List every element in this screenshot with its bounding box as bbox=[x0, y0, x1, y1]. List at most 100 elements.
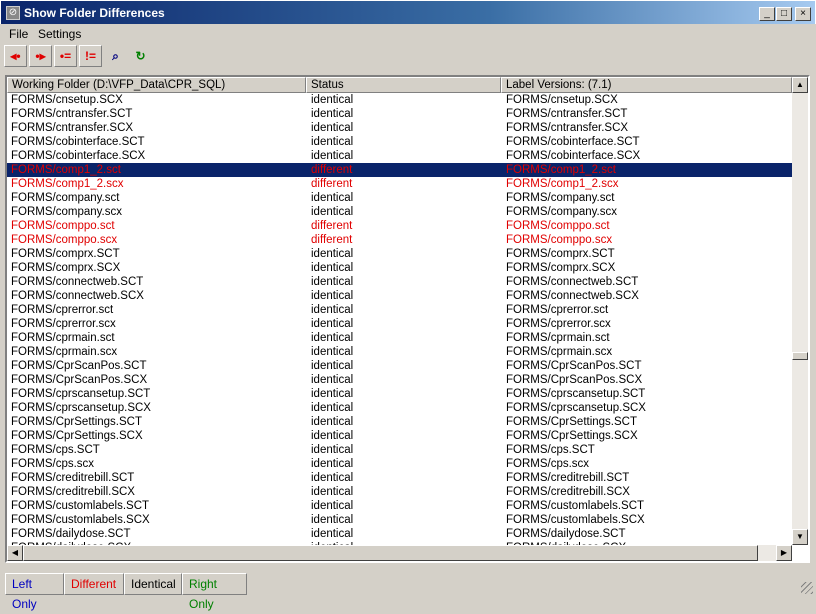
table-row[interactable]: FORMS/comprx.SCT identical FORMS/comprx.SC… bbox=[7, 247, 792, 261]
table-row[interactable]: FORMS/connectweb.SCX identical FORMS/conne… bbox=[7, 289, 792, 303]
table-row[interactable]: FORMS/cntransfer.SCX identical FORMS/cntra… bbox=[7, 121, 792, 135]
working-file: FORMS/CprSettings.SCT bbox=[11, 416, 142, 428]
table-row[interactable]: FORMS/cprscansetup.SCX identical FORMS/cpr… bbox=[7, 401, 792, 415]
status: different bbox=[311, 178, 353, 190]
table-row[interactable]: FORMS/CprScanPos.SCX identical FORMS/CprSc… bbox=[7, 373, 792, 387]
table-row[interactable]: FORMS/cprmain.scx identical FORMS/cprmain.… bbox=[7, 345, 792, 359]
scroll-left-arrow-icon[interactable]: ◀ bbox=[7, 545, 23, 561]
menu-file[interactable]: File bbox=[9, 27, 28, 41]
label-file: FORMS/cnsetup.SCX bbox=[506, 94, 618, 106]
tab-identical[interactable]: Identical bbox=[124, 573, 182, 595]
status: different bbox=[311, 220, 353, 232]
label-file: FORMS/CprScanPos.SCX bbox=[506, 374, 643, 386]
label-file: FORMS/comprx.SCX bbox=[506, 262, 616, 274]
copy-to-right-button[interactable]: •▸ bbox=[29, 45, 52, 67]
table-row[interactable]: FORMS/cprerror.scx identical FORMS/cprerro… bbox=[7, 317, 792, 331]
label-file: FORMS/comppo.sct bbox=[506, 220, 610, 232]
working-file: FORMS/cobinterface.SCT bbox=[11, 136, 145, 148]
table-row[interactable]: FORMS/cnsetup.SCX identical FORMS/cnsetup.… bbox=[7, 93, 792, 107]
table-row[interactable]: FORMS/cobinterface.SCX identical FORMS/cob… bbox=[7, 149, 792, 163]
copy-to-left-button[interactable]: ◂• bbox=[4, 45, 27, 67]
table-row[interactable]: FORMS/customlabels.SCT identical FORMS/cus… bbox=[7, 499, 792, 513]
table-row[interactable]: FORMS/cprerror.sct identical FORMS/cprerro… bbox=[7, 303, 792, 317]
label-file: FORMS/cprmain.sct bbox=[506, 332, 610, 344]
table-row[interactable]: FORMS/creditrebill.SCX identical FORMS/cre… bbox=[7, 485, 792, 499]
table-row[interactable]: FORMS/creditrebill.SCT identical FORMS/cre… bbox=[7, 471, 792, 485]
label-file: FORMS/cprscansetup.SCT bbox=[506, 388, 646, 400]
status: identical bbox=[311, 346, 354, 358]
table-row[interactable]: FORMS/cps.SCT identical FORMS/cps.SCT bbox=[7, 443, 792, 457]
working-file: FORMS/comppo.sct bbox=[11, 220, 115, 232]
label-file: FORMS/creditrebill.SCT bbox=[506, 472, 630, 484]
scroll-right-arrow-icon[interactable]: ▶ bbox=[776, 545, 792, 561]
table-row[interactable]: FORMS/dailydose.SCT identical FORMS/dailyd… bbox=[7, 527, 792, 541]
table-row[interactable]: FORMS/connectweb.SCT identical FORMS/conne… bbox=[7, 275, 792, 289]
scroll-down-arrow-icon[interactable]: ▼ bbox=[792, 529, 808, 545]
status: identical bbox=[311, 276, 354, 288]
tab-right-only[interactable]: Right Only bbox=[182, 573, 247, 611]
menu-settings[interactable]: Settings bbox=[38, 27, 81, 41]
scroll-up-arrow-icon[interactable]: ▲ bbox=[792, 77, 808, 93]
column-header-label-versions[interactable]: Label Versions: (7.1) bbox=[501, 77, 792, 93]
minimize-button[interactable]: _ bbox=[759, 7, 775, 21]
status: identical bbox=[311, 94, 354, 106]
table-row[interactable]: FORMS/cps.scx identical FORMS/cps.scx bbox=[7, 457, 792, 471]
table-row[interactable]: FORMS/cprmain.sct identical FORMS/cprmain.… bbox=[7, 331, 792, 345]
resize-grip-icon[interactable] bbox=[801, 582, 813, 594]
status: identical bbox=[311, 374, 354, 386]
label-file: FORMS/company.scx bbox=[506, 206, 617, 218]
working-file: FORMS/connectweb.SCT bbox=[11, 276, 144, 288]
window-title: Show Folder Differences bbox=[24, 6, 165, 20]
table-row[interactable]: FORMS/comp1_2.scx different FORMS/comp1_2.… bbox=[7, 177, 792, 191]
column-header-working-folder[interactable]: Working Folder (D:\VFP_Data\CPR_SQL) bbox=[7, 77, 306, 93]
working-file: FORMS/comprx.SCT bbox=[11, 248, 120, 260]
label-file: FORMS/connectweb.SCX bbox=[506, 290, 639, 302]
label-file: FORMS/cprscansetup.SCX bbox=[506, 402, 646, 414]
status: identical bbox=[311, 332, 354, 344]
working-file: FORMS/cprerror.scx bbox=[11, 318, 116, 330]
table-row[interactable]: FORMS/CprSettings.SCT identical FORMS/CprS… bbox=[7, 415, 792, 429]
working-file: FORMS/comp1_2.scx bbox=[11, 178, 124, 190]
table-row[interactable]: FORMS/company.sct identical FORMS/company.… bbox=[7, 191, 792, 205]
status: identical bbox=[311, 304, 354, 316]
working-file: FORMS/creditrebill.SCX bbox=[11, 486, 135, 498]
show-identical-button[interactable]: •= bbox=[54, 45, 77, 67]
horizontal-scroll-thumb[interactable] bbox=[23, 545, 758, 561]
table-row[interactable]: FORMS/comp1_2.sct different FORMS/comp1_2.… bbox=[7, 163, 792, 177]
vertical-scroll-thumb[interactable] bbox=[792, 352, 808, 360]
working-file: FORMS/company.scx bbox=[11, 206, 122, 218]
status: identical bbox=[311, 122, 354, 134]
label-file: FORMS/connectweb.SCT bbox=[506, 276, 639, 288]
label-file: FORMS/CprSettings.SCT bbox=[506, 416, 637, 428]
column-header-status[interactable]: Status bbox=[306, 77, 501, 93]
working-file: FORMS/cprmain.sct bbox=[11, 332, 115, 344]
working-file: FORMS/connectweb.SCX bbox=[11, 290, 144, 302]
table-row[interactable]: FORMS/cntransfer.SCT identical FORMS/cntra… bbox=[7, 107, 792, 121]
close-button[interactable]: × bbox=[795, 7, 811, 21]
vertical-scrollbar[interactable]: ▲ ▼ bbox=[792, 77, 808, 545]
tab-left-only[interactable]: Left Only bbox=[5, 573, 64, 611]
compare-files-button[interactable]: ⌕ bbox=[104, 45, 127, 67]
status: identical bbox=[311, 402, 354, 414]
horizontal-scrollbar[interactable]: ◀ ▶ bbox=[7, 545, 792, 561]
label-file: FORMS/cps.SCT bbox=[506, 444, 595, 456]
table-row[interactable]: FORMS/cprscansetup.SCT identical FORMS/cpr… bbox=[7, 387, 792, 401]
refresh-button[interactable]: ↻ bbox=[129, 45, 152, 67]
table-row[interactable]: FORMS/customlabels.SCX identical FORMS/cus… bbox=[7, 513, 792, 527]
show-different-button[interactable]: != bbox=[79, 45, 102, 67]
table-row[interactable]: FORMS/comppo.sct different FORMS/comppo.sc… bbox=[7, 219, 792, 233]
status: identical bbox=[311, 430, 354, 442]
table-row[interactable]: FORMS/CprSettings.SCX identical FORMS/CprS… bbox=[7, 429, 792, 443]
label-file: FORMS/cobinterface.SCT bbox=[506, 136, 640, 148]
table-row[interactable]: FORMS/CprScanPos.SCT identical FORMS/CprSc… bbox=[7, 359, 792, 373]
table-row[interactable]: FORMS/comprx.SCX identical FORMS/comprx.SC… bbox=[7, 261, 792, 275]
label-file: FORMS/creditrebill.SCX bbox=[506, 486, 630, 498]
working-file: FORMS/cnsetup.SCX bbox=[11, 94, 123, 106]
table-row[interactable]: FORMS/cobinterface.SCT identical FORMS/cob… bbox=[7, 135, 792, 149]
table-row[interactable]: FORMS/company.scx identical FORMS/company.… bbox=[7, 205, 792, 219]
app-icon: ⊘ bbox=[6, 6, 20, 20]
table-row[interactable]: FORMS/comppo.scx different FORMS/comppo.sc… bbox=[7, 233, 792, 247]
maximize-button[interactable]: □ bbox=[776, 7, 792, 21]
working-file: FORMS/CprScanPos.SCX bbox=[11, 374, 148, 386]
tab-different[interactable]: Different bbox=[64, 573, 124, 595]
